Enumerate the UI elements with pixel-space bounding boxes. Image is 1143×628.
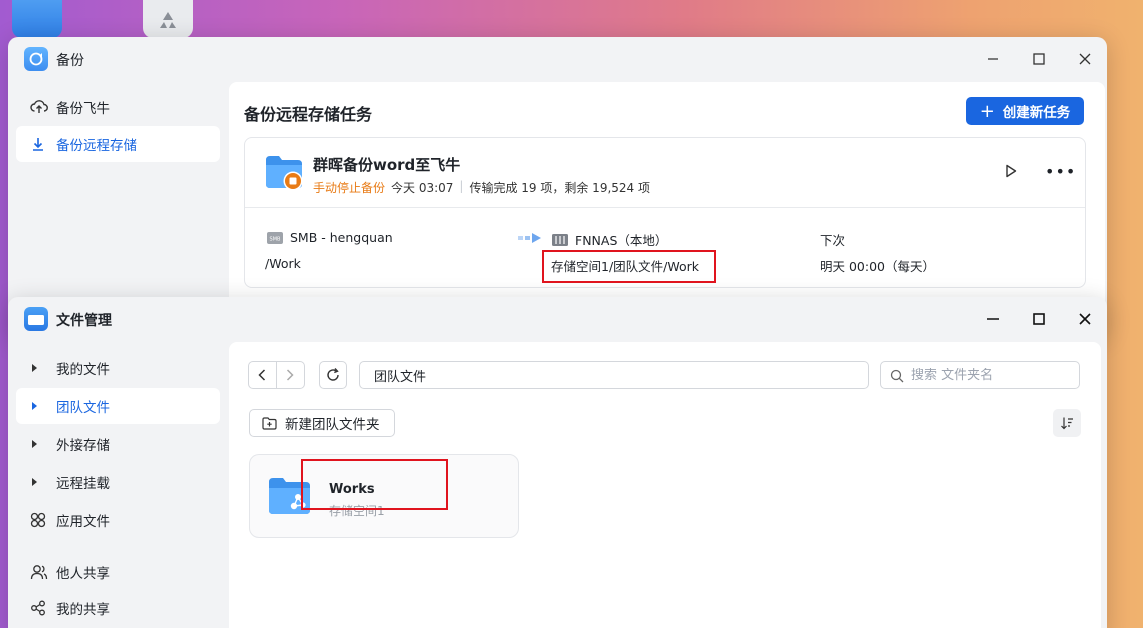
file-manager-window-title: 文件管理: [56, 313, 112, 329]
search-box: [880, 361, 1080, 389]
backup-window-title: 备份: [56, 53, 84, 69]
task-meta: 手动停止备份 今天 03:07 | 传输完成 19 项，剩余 19,524 项: [313, 179, 650, 196]
sidebar-item-app-files[interactable]: 应用文件: [16, 502, 220, 538]
caret-right-icon: [30, 477, 50, 487]
task-name: 群晖备份word至飞牛: [313, 156, 461, 174]
caret-right-icon: [30, 363, 50, 373]
caret-right-icon: [30, 439, 50, 449]
sidebar-item-label: 我的文件: [56, 362, 110, 378]
sidebar-item-label: 我的共享: [56, 602, 110, 618]
transfer-arrow-icon: [518, 233, 541, 243]
sort-button[interactable]: [1053, 409, 1081, 437]
task-status: 手动停止备份: [313, 181, 386, 195]
apps-icon: [30, 512, 50, 528]
close-button[interactable]: [1075, 309, 1095, 329]
share-icon: [30, 600, 50, 616]
new-team-folder-button[interactable]: 新建团队文件夹: [249, 409, 395, 437]
smb-drive-icon: SMB: [267, 231, 283, 244]
upload-cloud-icon: [30, 99, 50, 115]
desktop-recycle-icon[interactable]: [143, 0, 193, 38]
file-manager-titlebar[interactable]: 文件管理: [8, 297, 1107, 341]
sidebar-item-label: 他人共享: [56, 566, 110, 582]
sidebar-item-my-shares[interactable]: 我的共享: [16, 590, 220, 626]
caret-right-icon: [30, 401, 50, 411]
download-icon: [30, 136, 50, 152]
search-icon: [890, 369, 904, 383]
more-icon: •••: [1045, 162, 1077, 181]
sidebar-item-backup-fnos[interactable]: 备份飞牛: [16, 89, 220, 125]
file-manager-window: 文件管理 我的文件 团队文件 外接存储 远程挂载 应用文件 他人共享 我的共享: [8, 297, 1107, 628]
desktop-folder-icon[interactable]: [12, 0, 62, 38]
back-button[interactable]: [249, 362, 277, 388]
maximize-button[interactable]: [1029, 49, 1049, 69]
svg-text:SMB: SMB: [270, 236, 281, 242]
backup-app-icon: [24, 47, 48, 71]
target-device: FNNAS（本地）: [551, 230, 667, 249]
path-text: 团队文件: [374, 369, 427, 385]
minimize-button[interactable]: [983, 309, 1003, 329]
sidebar-item-my-files[interactable]: 我的文件: [16, 350, 220, 386]
search-input[interactable]: [911, 367, 1061, 383]
sidebar-item-external-storage[interactable]: 外接存储: [16, 426, 220, 462]
nas-server-icon: [552, 233, 568, 246]
more-button[interactable]: •••: [1045, 162, 1076, 181]
maximize-button[interactable]: [1029, 309, 1049, 329]
next-run-value: 明天 00:00（每天）: [820, 259, 935, 274]
backup-window: 备份 备份飞牛 备份远程存储 备份远程存储任务 + 创建新任务 群晖备份word…: [8, 37, 1107, 337]
chevron-right-icon: [287, 369, 294, 381]
meta-divider: |: [459, 179, 464, 193]
refresh-icon: [327, 368, 339, 381]
task-folder-icon: [266, 156, 303, 191]
plus-icon: +: [979, 100, 995, 122]
file-manager-app-icon: [24, 307, 48, 331]
next-run-label: 下次: [820, 233, 846, 248]
path-bar[interactable]: 团队文件: [359, 361, 869, 389]
page-title: 备份远程存储任务: [244, 105, 373, 124]
sidebar-item-label: 应用文件: [56, 514, 110, 530]
minimize-button[interactable]: [983, 49, 1003, 69]
chevron-left-icon: [258, 369, 266, 381]
sidebar-item-team-files[interactable]: 团队文件: [16, 388, 220, 424]
sidebar-item-backup-remote[interactable]: 备份远程存储: [16, 126, 220, 162]
forward-button[interactable]: [277, 362, 304, 388]
add-folder-icon: [262, 416, 277, 430]
sidebar-item-label: 远程挂载: [56, 476, 110, 492]
play-icon: [1006, 164, 1017, 178]
close-button[interactable]: [1075, 49, 1095, 69]
backup-titlebar[interactable]: 备份: [8, 37, 1107, 81]
sidebar-item-label: 备份远程存储: [56, 138, 137, 154]
sidebar-item-label: 外接存储: [56, 438, 110, 454]
create-task-button[interactable]: + 创建新任务: [966, 97, 1084, 125]
sidebar-item-remote-mount[interactable]: 远程挂载: [16, 464, 220, 500]
task-divider: [245, 207, 1085, 208]
play-button[interactable]: [1005, 164, 1017, 182]
sidebar-item-label: 备份飞牛: [56, 101, 110, 117]
source-path: /Work: [265, 256, 301, 271]
highlight-box-target-path: [542, 250, 716, 283]
source-device: SMB SMB - hengquan: [266, 230, 393, 245]
highlight-box-works-folder: [301, 459, 448, 510]
refresh-button[interactable]: [319, 361, 347, 389]
users-icon: [30, 564, 50, 580]
sort-icon: [1061, 417, 1073, 430]
task-progress: 传输完成 19 项，剩余 19,524 项: [469, 181, 650, 195]
task-time: 今天 03:07: [391, 181, 454, 195]
sidebar-item-shared-with-me[interactable]: 他人共享: [16, 554, 220, 590]
sidebar-item-label: 团队文件: [56, 400, 110, 416]
history-nav: [248, 361, 305, 389]
